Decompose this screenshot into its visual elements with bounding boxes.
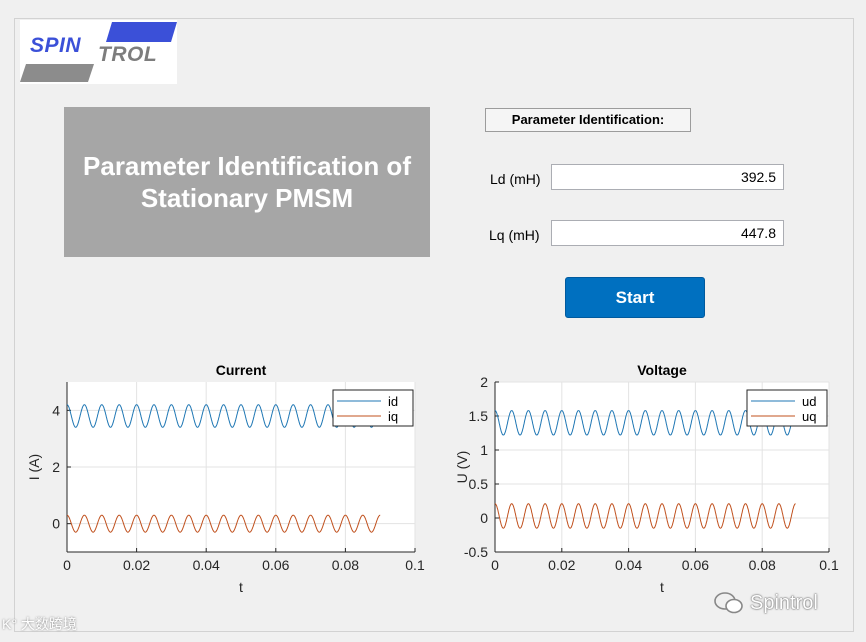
legend-label-uq: uq (802, 409, 816, 424)
y-tick-label: 0 (480, 510, 488, 526)
x-tick-label: 0.06 (682, 557, 709, 573)
x-axis-label: t (660, 579, 664, 595)
y-tick-label: 1.5 (469, 408, 489, 424)
y-axis-label: U (V) (454, 451, 470, 484)
watermark-text: Spintrol (750, 591, 818, 614)
wechat-watermark: Spintrol (714, 590, 818, 616)
y-tick-label: 0.5 (469, 476, 489, 492)
wechat-icon (714, 592, 743, 614)
voltage-plot: 0 0.02 0.04 0.06 0.08 0.1-0.500.511.52Voltage… (454, 362, 839, 595)
y-tick-label: 2 (480, 374, 488, 390)
x-tick-label: 0.02 (548, 557, 575, 573)
y-tick-label: 1 (480, 442, 488, 458)
y-tick-label: -0.5 (464, 544, 488, 560)
legend-label-ud: ud (802, 394, 816, 409)
x-tick-label: 0.1 (819, 557, 839, 573)
chart-title: Voltage (637, 362, 687, 378)
x-tick-label: 0.08 (749, 557, 776, 573)
x-tick-label: 0.04 (615, 557, 642, 573)
x-tick-label: 0 (491, 557, 499, 573)
corner-watermark: K° 大数跨境 (2, 616, 77, 632)
